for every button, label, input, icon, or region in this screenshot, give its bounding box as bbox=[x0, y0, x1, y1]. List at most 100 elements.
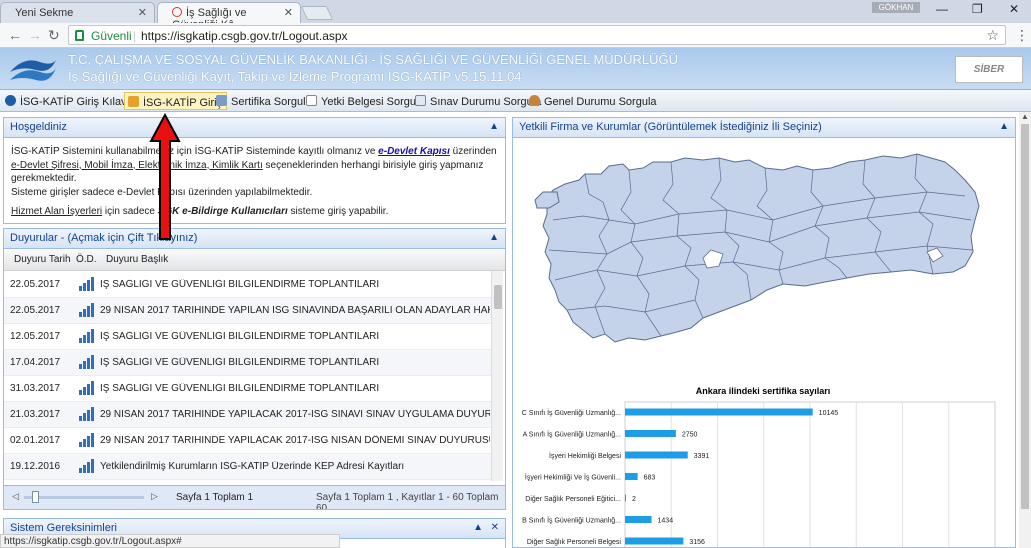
close-tab-icon[interactable]: ✕ bbox=[284, 6, 293, 19]
row-title: 29 NİSAN 2017 TARİHİNDE YAPILACAK 2017-İ… bbox=[100, 435, 490, 446]
url-field[interactable]: Güvenli | https://isgkatip.csgb.gov.tr/L… bbox=[68, 25, 1006, 45]
table-row[interactable]: 22.05.2017 İŞ SAĞLIĞI VE GÜVENLİĞİ BİLGİL… bbox=[4, 272, 491, 298]
collapse-icon[interactable]: ▲ bbox=[489, 121, 499, 132]
slider-thumb[interactable] bbox=[32, 491, 39, 503]
site-header: T.C. ÇALIŞMA VE SOSYAL GÜVENLİK BAKANLIĞ… bbox=[0, 48, 1031, 90]
certificate-query-button[interactable]: Sertifika Sorgula bbox=[213, 92, 316, 110]
restore-icon[interactable]: ❐ bbox=[972, 2, 983, 16]
browser-tab-new[interactable]: Yeni Sekme ✕ bbox=[0, 2, 155, 23]
data-bar bbox=[625, 537, 684, 545]
table-row[interactable]: 12.05.2017 İŞ SAĞLIĞI VE GÜVENLİĞİ BİLGİL… bbox=[4, 324, 491, 350]
collapse-icon[interactable]: ▲ bbox=[999, 121, 1009, 132]
status-bar: https://isgkatip.csgb.gov.tr/Logout.aspx… bbox=[0, 534, 340, 548]
login-button[interactable]: İSG-KATİP Giriş bbox=[124, 92, 228, 110]
row-date: 17.04.2017 bbox=[10, 357, 61, 368]
annotation-arrow-icon bbox=[149, 113, 181, 240]
table-row[interactable]: 19.12.2016 Yetkilendirilmiş Kurumların İS… bbox=[4, 454, 491, 480]
data-bar bbox=[625, 494, 626, 502]
minimize-icon[interactable]: — bbox=[936, 2, 948, 16]
priority-bars-icon bbox=[79, 381, 94, 395]
row-date: 19.12.2016 bbox=[10, 461, 61, 472]
login-icon bbox=[128, 96, 139, 107]
exam-icon bbox=[415, 95, 426, 106]
column-header[interactable]: Duyuru Tarih bbox=[14, 254, 71, 265]
data-bar bbox=[625, 473, 638, 480]
announcements-panel: Duyurular - (Açmak için Çift Tıklayınız)… bbox=[3, 228, 506, 510]
data-label: 683 bbox=[644, 475, 656, 482]
column-header[interactable]: Duyuru Başlık bbox=[106, 254, 168, 265]
data-bar bbox=[625, 430, 676, 437]
table-row[interactable]: 22.05.2017 29 NİSAN 2017 TARİHİNDE YAPILA… bbox=[4, 298, 491, 324]
table-row[interactable]: 17.04.2017 İŞ SAĞLIĞI VE GÜVENLİĞİ BİLGİL… bbox=[4, 350, 491, 376]
profile-badge[interactable]: GÖKHAN bbox=[872, 2, 920, 13]
priority-bars-icon bbox=[79, 329, 94, 343]
document-icon bbox=[306, 95, 317, 106]
category-label: İşyeri Hekimliği Ve İş Güvenli... bbox=[525, 473, 621, 482]
browser-tab-strip: Yeni Sekme✕ İş Sağlığı ve Güvenliği Kâ✕ … bbox=[0, 0, 1031, 31]
page-indicator: Sayfa 1 Toplam 1 bbox=[176, 492, 254, 503]
secure-label: Güvenli bbox=[91, 29, 132, 43]
data-label: 10145 bbox=[819, 410, 839, 417]
favicon-icon bbox=[172, 7, 182, 17]
program-title: İş Sağlığı ve Güvenliği Kayıt, Takip ve … bbox=[68, 69, 522, 84]
row-title: 29 NİSAN 2017 TARİHİNDE YAPILACAK 2017-İ… bbox=[100, 409, 490, 420]
category-label: İşyeri Hekimliği Belgesi bbox=[549, 451, 621, 460]
data-label: 3156 bbox=[689, 539, 705, 546]
category-label: Diğer Sağlık Personeli Belgesi bbox=[527, 539, 622, 546]
close-window-icon[interactable]: ✕ bbox=[1009, 2, 1019, 16]
authority-query-button[interactable]: Yetki Belgesi Sorgula bbox=[303, 92, 429, 110]
scroll-up-icon[interactable]: ▲ bbox=[1021, 112, 1029, 121]
data-label: 3391 bbox=[694, 453, 710, 460]
browser-tab-active[interactable]: İş Sağlığı ve Güvenliği Kâ✕ bbox=[157, 2, 301, 31]
row-title: İŞ SAĞLIĞI VE GÜVENLİĞİ BİLGİLENDİRME TO… bbox=[100, 331, 380, 342]
reload-icon[interactable]: ↻ bbox=[48, 27, 60, 44]
page-scroll-thumb[interactable] bbox=[1021, 124, 1029, 509]
close-icon[interactable]: ✕ bbox=[491, 522, 499, 533]
row-date: 31.03.2017 bbox=[10, 383, 61, 394]
table-row[interactable]: 21.03.2017 29 NİSAN 2017 TARİHİNDE YAPILA… bbox=[4, 402, 491, 428]
row-title: 29 NİSAN 2017 TARİHİNDE YAPILAN İSG SINA… bbox=[100, 305, 490, 316]
page-scrollbar[interactable]: ▲ bbox=[1019, 112, 1031, 548]
close-tab-icon[interactable]: ✕ bbox=[138, 6, 147, 19]
collapse-icon[interactable]: ▲ bbox=[489, 232, 499, 243]
data-bar bbox=[625, 408, 813, 416]
map-panel: Yetkili Firma ve Kurumlar (Görüntülemek … bbox=[512, 117, 1016, 548]
collapse-icon[interactable]: ▲ bbox=[473, 522, 483, 533]
edevlet-link[interactable]: e-Devlet Kapısı bbox=[378, 146, 450, 157]
row-date: 02.01.2017 bbox=[10, 435, 61, 446]
panel-title: Sistem Gereksinimleri bbox=[10, 522, 117, 534]
table-row[interactable]: 02.01.2017 29 NİSAN 2017 TARİHİNDE YAPILA… bbox=[4, 428, 491, 454]
data-label: 1434 bbox=[658, 518, 674, 525]
status-query-button[interactable]: Genel Durumu Sorgula bbox=[526, 92, 661, 110]
slider-right-icon[interactable]: ▷ bbox=[151, 491, 158, 502]
address-bar: ← → ↻ Güvenli | https://isgkatip.csgb.go… bbox=[0, 23, 1031, 48]
priority-bars-icon bbox=[79, 459, 94, 473]
browser-menu-icon[interactable]: ⋮ bbox=[1015, 27, 1029, 44]
row-date: 12.05.2017 bbox=[10, 331, 61, 342]
column-header[interactable]: Ö.D. bbox=[76, 254, 97, 265]
table-row[interactable]: 31.03.2017 İŞ SAĞLIĞI VE GÜVENLİĞİ BİLGİL… bbox=[4, 376, 491, 402]
welcome-text: İSG-KATİP Sistemini kullanabilmeniz için… bbox=[11, 146, 497, 217]
priority-bars-icon bbox=[79, 407, 94, 421]
row-title: İŞ SAĞLIĞI VE GÜVENLİĞİ BİLGİLENDİRME TO… bbox=[100, 383, 380, 394]
category-label: C Sınıfı İş Güvenliği Uzmanlığ... bbox=[522, 408, 621, 417]
bookmark-star-icon[interactable]: ☆ bbox=[986, 27, 999, 44]
category-label: A Sınıfı İş Güvenliği Uzmanlığ... bbox=[523, 430, 621, 439]
info-icon bbox=[5, 95, 16, 106]
new-tab-button[interactable] bbox=[300, 6, 334, 20]
back-icon[interactable]: ← bbox=[8, 27, 22, 43]
slider-left-icon[interactable]: ◁ bbox=[12, 491, 19, 502]
forward-icon[interactable]: → bbox=[28, 27, 42, 43]
data-label: 2750 bbox=[682, 432, 698, 439]
priority-bars-icon bbox=[79, 433, 94, 447]
row-date: 22.05.2017 bbox=[10, 279, 61, 290]
page-slider[interactable] bbox=[24, 496, 144, 499]
turkey-map[interactable] bbox=[513, 140, 1016, 370]
ministry-logo bbox=[10, 60, 56, 81]
panel-title: Hoşgeldiniz bbox=[10, 121, 67, 133]
data-label: 2 bbox=[632, 496, 636, 503]
grid-scrollbar[interactable] bbox=[491, 271, 503, 481]
priority-bars-icon bbox=[79, 355, 94, 369]
grid-pager: ◁ ▷ Sayfa 1 Toplam 1 Sayfa 1 Toplam 1 , … bbox=[4, 485, 505, 509]
scroll-thumb[interactable] bbox=[494, 285, 502, 309]
